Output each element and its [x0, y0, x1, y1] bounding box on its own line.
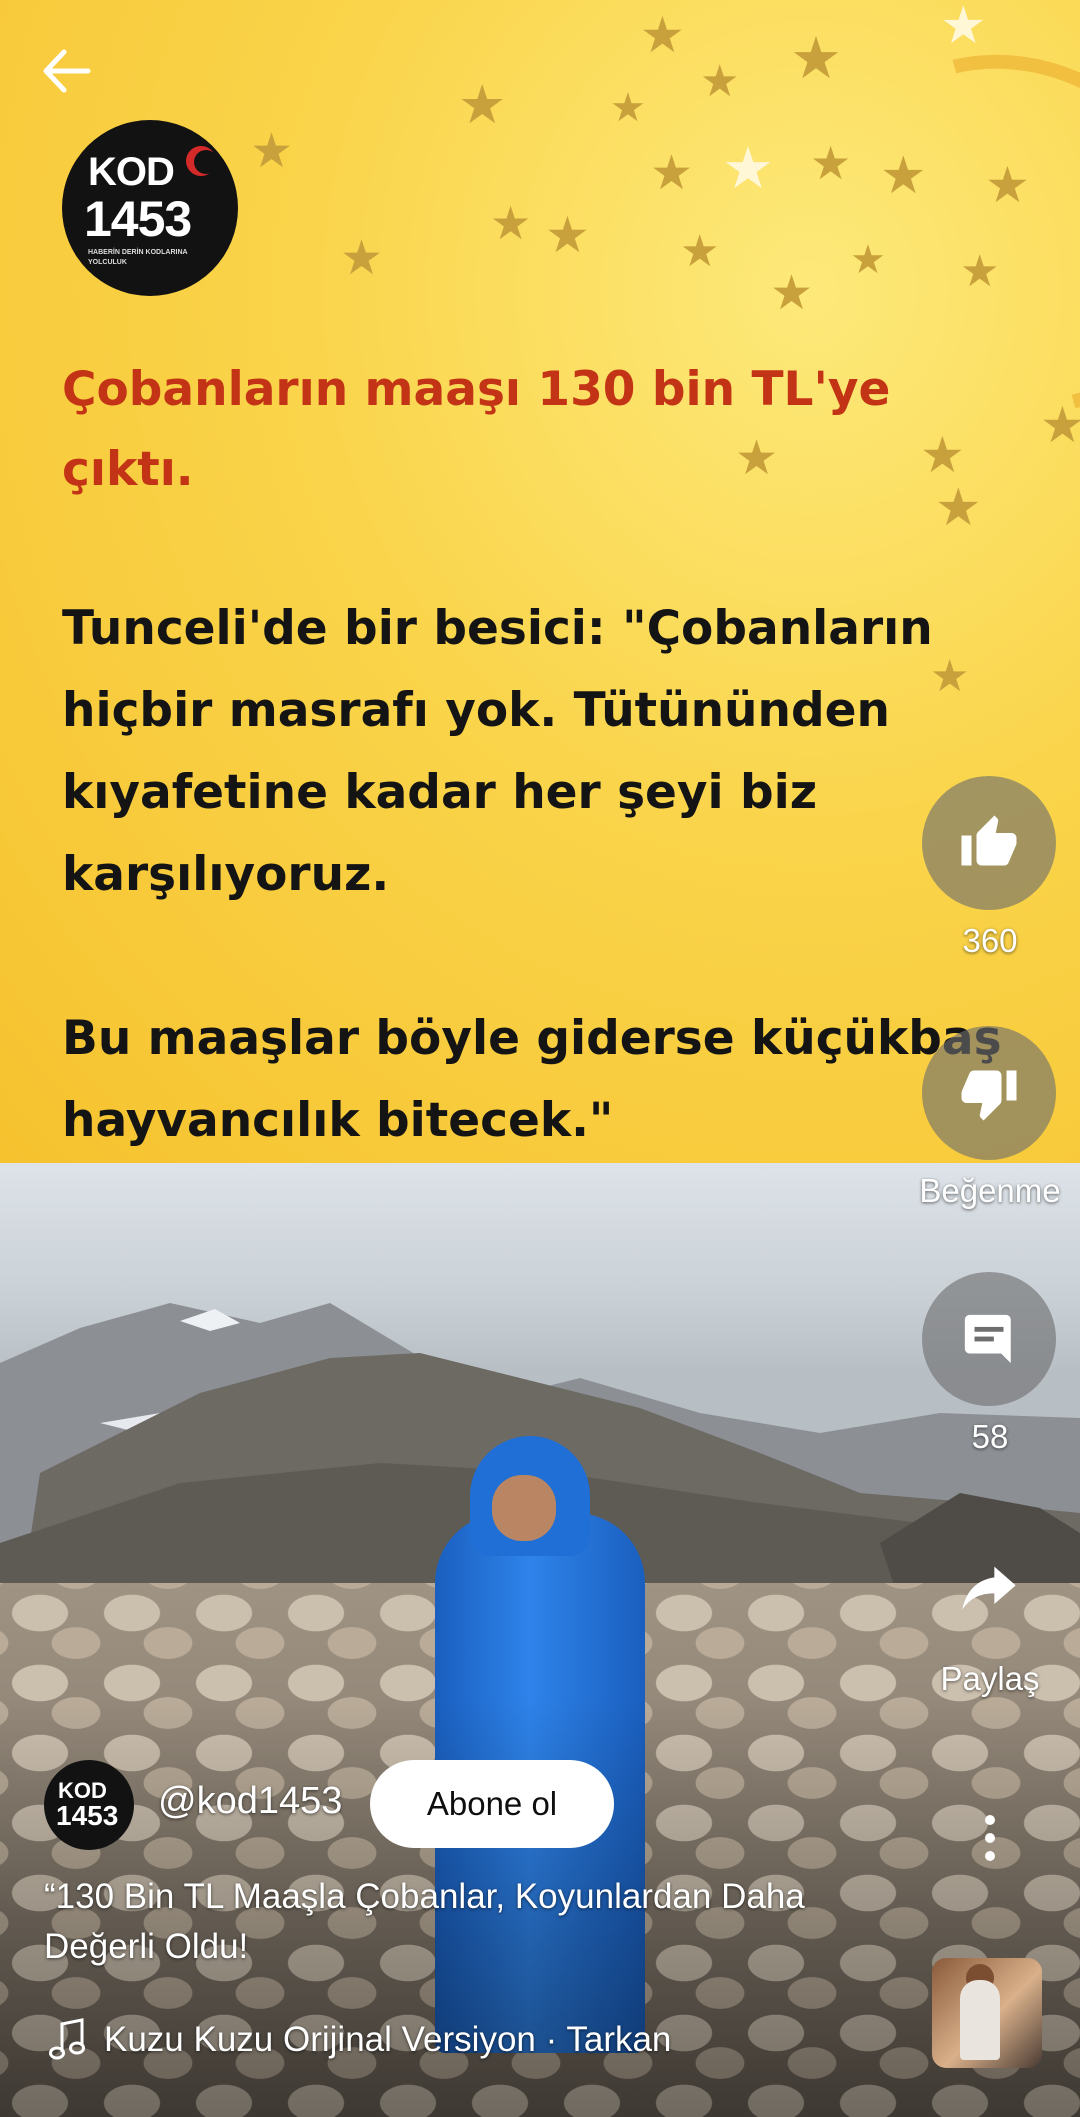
star-decoration: ★ [1040, 397, 1080, 453]
star-decoration: ★ [722, 136, 774, 201]
dislike-label: Beğenme [919, 1172, 1061, 1209]
star-decoration: ★ [650, 147, 694, 200]
star-decoration: ★ [700, 57, 740, 106]
news-headline: Çobanların maaşı 130 bin TL'ye çıktı. [62, 362, 891, 497]
comment-icon [964, 1314, 1011, 1364]
channel-handle[interactable]: @kod1453 [158, 1780, 342, 1823]
star-decoration: ★ [340, 232, 384, 285]
music-thumbnail[interactable] [932, 1958, 1042, 2068]
logo-kod-text: KOD [88, 150, 175, 194]
like-action: 360 [922, 776, 1058, 960]
news-card: ★ ★ ★ ★ ★ ★ ★ ★ ★ ★ ★ ★ ★ ★ ★ ★ ★ ★ ★ ★ … [0, 0, 1080, 1163]
star-decoration: ★ [640, 7, 685, 63]
like-button[interactable] [922, 776, 1056, 910]
star-decoration: ★ [490, 197, 532, 249]
star-decoration: ★ [940, 0, 987, 55]
channel-logo: KOD 1453 HABERİN DERİN KODLARINA YOLCULU… [62, 120, 238, 296]
subscribe-button[interactable]: Abone ol [370, 1760, 614, 1848]
share-action: Paylaş [922, 1528, 1058, 1698]
comments-action: 58 [922, 1272, 1058, 1456]
shorts-player[interactable]: ★ ★ ★ ★ ★ ★ ★ ★ ★ ★ ★ ★ ★ ★ ★ ★ ★ ★ ★ ★ … [0, 0, 1080, 2117]
avatar-number-text: 1453 [56, 1800, 119, 1831]
video-title[interactable]: “130 Bin TL Maaşla Çobanlar, Koyunlardan… [44, 1872, 894, 1972]
more-vertical-icon [985, 1815, 995, 1861]
star-decoration: ★ [610, 86, 646, 130]
star-decoration: ★ [458, 75, 507, 135]
artist-figure [960, 1980, 1000, 2060]
crescent-icon [186, 146, 218, 176]
comments-button[interactable] [922, 1272, 1056, 1406]
like-count: 360 [962, 922, 1018, 959]
share-label: Paylaş [940, 1660, 1040, 1697]
star-decoration: ★ [250, 125, 294, 178]
shepherd-face [492, 1475, 556, 1541]
star-decoration: ★ [770, 267, 814, 320]
share-button[interactable] [922, 1528, 1056, 1648]
logo-number-text: 1453 [84, 191, 192, 247]
star-decoration: ★ [850, 238, 886, 282]
thumbs-up-icon [961, 815, 1017, 866]
star-decoration: ★ [960, 247, 1000, 296]
channel-row: KOD 1453 @kod1453 Abone ol [44, 1760, 684, 1852]
star-decoration: ★ [810, 137, 852, 189]
share-icon [962, 1566, 1016, 1610]
music-note-icon [49, 2018, 85, 2060]
news-quote: Tunceli'de bir besici: "Çobanların hiçbi… [62, 601, 933, 902]
arrow-left-icon [43, 49, 91, 93]
comments-count: 58 [971, 1418, 1009, 1455]
star-decoration: ★ [545, 207, 590, 263]
logo-tagline: HABERİN DERİN KODLARINA YOLCULUK [88, 249, 188, 266]
star-decoration: ★ [985, 157, 1030, 213]
dislike-button[interactable] [922, 1026, 1056, 1160]
music-row[interactable]: Kuzu Kuzu Orijinal Versiyon · Tarkan [48, 2012, 908, 2068]
star-decoration: ★ [680, 227, 720, 276]
dislike-action: Beğenme [919, 1026, 1061, 1210]
thumbs-down-icon [961, 1070, 1017, 1121]
shepherd-photo [0, 1163, 1080, 2117]
more-options-button[interactable] [960, 1808, 1020, 1868]
back-button[interactable] [36, 40, 98, 102]
star-decoration: ★ [880, 147, 927, 205]
music-text: Kuzu Kuzu Orijinal Versiyon · Tarkan [104, 2020, 672, 2059]
news-quote-end: Bu maaşlar böyle giderse küçükbaş hayvan… [62, 1011, 1002, 1148]
star-decoration: ★ [790, 26, 842, 91]
channel-avatar[interactable]: KOD 1453 [44, 1760, 134, 1850]
